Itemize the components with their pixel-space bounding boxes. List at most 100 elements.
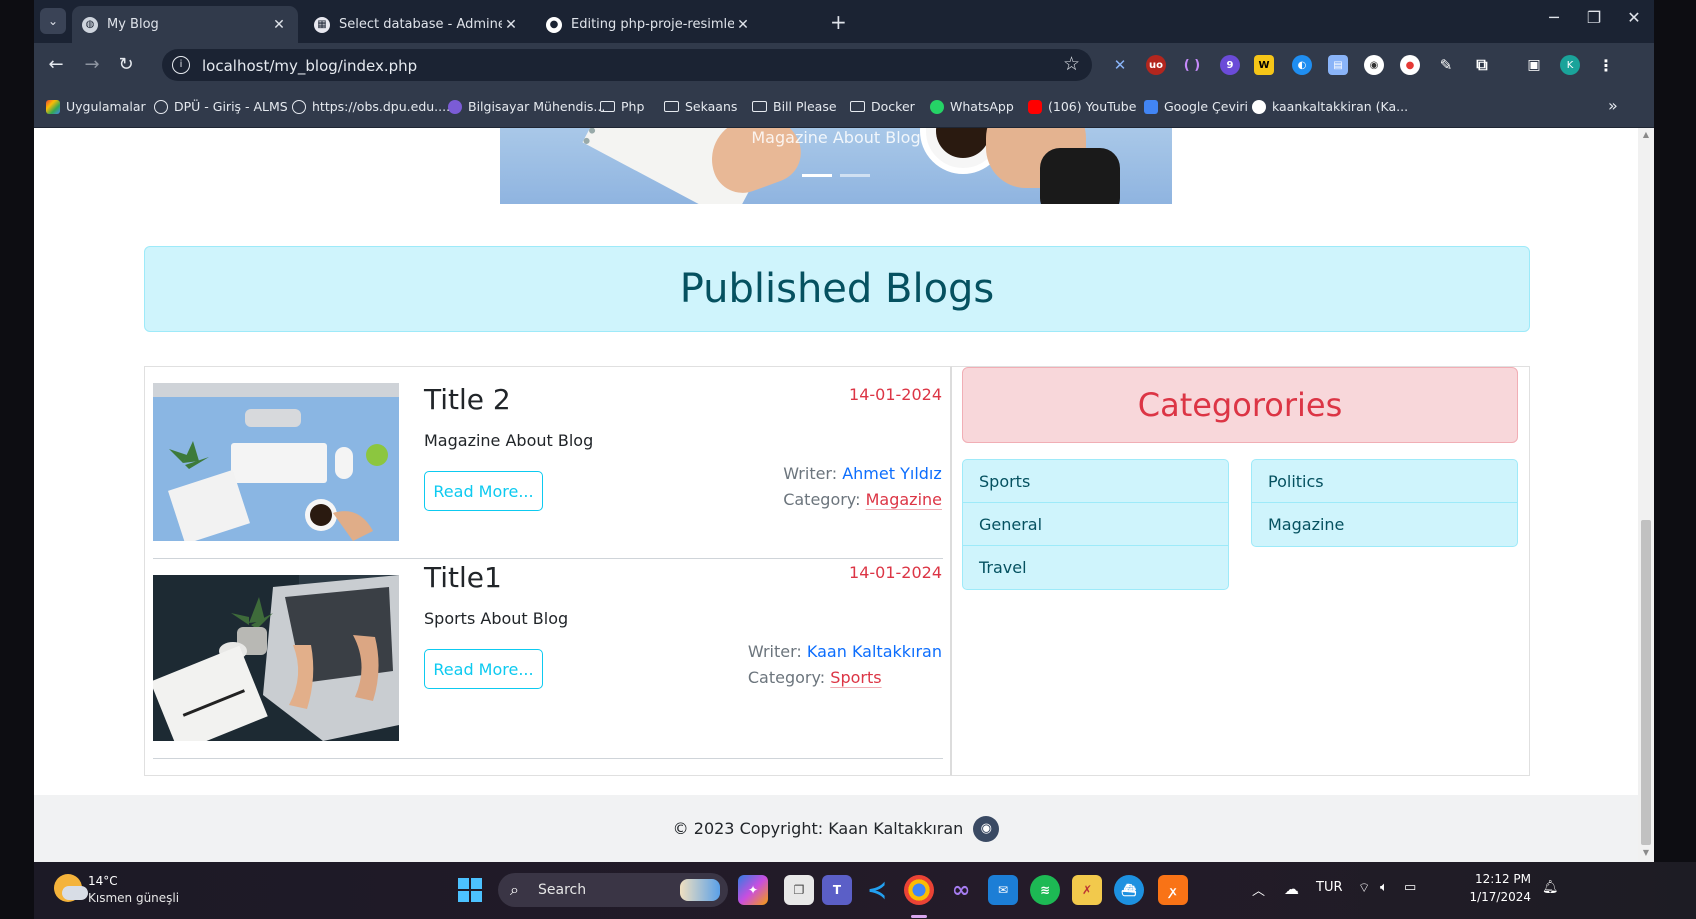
task-view-icon[interactable]: ❐ — [784, 875, 814, 905]
xampp-icon[interactable]: ꭗ — [1158, 875, 1188, 905]
scroll-up-arrow-icon[interactable]: ▲ — [1641, 130, 1651, 139]
bookmark-google-translate[interactable]: Google Çeviri — [1144, 99, 1248, 114]
edge-extension-icon[interactable]: ◐ — [1292, 55, 1312, 75]
bookmark-folder-bill-please[interactable]: Bill Please — [752, 99, 837, 114]
category-list-left: Sports General Travel — [962, 459, 1229, 590]
extension-badge-count: 9 — [1226, 59, 1234, 71]
bookmark-whatsapp[interactable]: WhatsApp — [930, 99, 1014, 114]
category-item-sports[interactable]: Sports — [963, 460, 1228, 503]
document-extension-icon[interactable]: ▤ — [1328, 55, 1348, 75]
onedrive-cloud-icon[interactable]: ☁ — [1284, 880, 1299, 898]
weather-description[interactable]: Kısmen güneşli — [88, 891, 179, 905]
w-extension-icon[interactable]: W — [1254, 55, 1274, 75]
volume-icon[interactable]: 🔈︎ — [1380, 880, 1388, 895]
address-bar[interactable]: i localhost/my_blog/index.php ☆ — [162, 49, 1092, 81]
bookmark-youtube[interactable]: (106) YouTube — [1028, 99, 1136, 114]
bookmark-apps[interactable]: Uygulamalar — [46, 99, 146, 114]
record-extension-icon[interactable]: ● — [1400, 55, 1420, 75]
pen-extension-icon[interactable]: ✕ — [1110, 55, 1130, 75]
tab-adminer[interactable]: ▦ Select database - Adminer ✕ — [304, 6, 530, 43]
input-language[interactable]: TUR — [1316, 880, 1343, 895]
code-extension-icon[interactable]: ( ) — [1182, 55, 1202, 75]
github-icon[interactable]: ◉ — [973, 815, 1000, 842]
bookmark-folder-php[interactable]: Php — [600, 99, 644, 114]
spotify-icon[interactable]: ≋ — [1030, 875, 1060, 905]
writer-link[interactable]: Ahmet Yıldız — [842, 464, 942, 483]
circle-extension-icon[interactable]: ◉ — [1364, 55, 1384, 75]
category-item-general[interactable]: General — [963, 503, 1228, 546]
url-text[interactable]: localhost/my_blog/index.php — [202, 57, 417, 75]
vertical-scrollbar[interactable]: ▲ ▼ — [1638, 128, 1654, 862]
tab-my-blog[interactable]: ◍ My Blog ✕ — [72, 6, 298, 43]
start-button[interactable] — [458, 878, 482, 902]
minimize-button[interactable]: ─ — [1534, 8, 1574, 27]
notification-bell-icon[interactable]: 🔔︎ — [1542, 880, 1559, 895]
writer-link[interactable]: Kaan Kaltakkıran — [807, 642, 942, 661]
globe-icon — [292, 99, 306, 114]
carousel-indicator[interactable] — [840, 174, 870, 177]
site-info-icon[interactable]: i — [172, 56, 190, 74]
extension-badge-icon[interactable]: 9 — [1220, 55, 1240, 75]
close-icon[interactable]: ✕ — [502, 17, 520, 33]
tab-github[interactable]: ● Editing php-proje-resimleri/blo ✕ — [536, 6, 762, 43]
read-more-button[interactable]: Read More... — [424, 471, 543, 511]
bookmarks-overflow-icon[interactable]: » — [1608, 96, 1618, 115]
category-list-right: Politics Magazine — [1251, 459, 1518, 547]
category-item-travel[interactable]: Travel — [963, 546, 1228, 589]
weather-temperature[interactable]: 14°C — [88, 874, 118, 888]
scroll-down-arrow-icon[interactable]: ▼ — [1641, 848, 1651, 857]
bookmark-github-profile[interactable]: kaankaltakkiran (Ka... — [1252, 99, 1408, 114]
new-tab-button[interactable]: + — [830, 10, 847, 34]
ublock-icon[interactable]: uo — [1146, 55, 1166, 75]
read-more-button[interactable]: Read More... — [424, 649, 543, 689]
category-item-magazine[interactable]: Magazine — [1252, 503, 1517, 546]
bookmark-star-icon[interactable]: ☆ — [1063, 53, 1080, 75]
category-link[interactable]: Magazine — [866, 490, 942, 509]
carousel-indicator-active[interactable] — [802, 174, 832, 177]
browser-toolbar: ← → ↻ i localhost/my_blog/index.php ☆ ✕ … — [34, 43, 1654, 86]
show-hidden-icons-chevron-icon[interactable]: ︿ — [1252, 880, 1265, 899]
bookmark-folder-sekaans[interactable]: Sekaans — [664, 99, 737, 114]
folder-icon — [850, 101, 865, 112]
vscode-icon[interactable]: ≺ — [862, 875, 892, 905]
scrollbar-thumb[interactable] — [1641, 520, 1651, 845]
menu-kebab-icon[interactable]: ⋮ — [1596, 55, 1616, 75]
close-window-button[interactable]: ✕ — [1614, 8, 1654, 27]
tab-search-button[interactable]: ⌄ — [40, 8, 66, 34]
clock-date[interactable]: 1/17/2024 — [1461, 890, 1531, 904]
bookmark-obs[interactable]: https://obs.dpu.edu.... — [292, 99, 450, 114]
battery-icon[interactable]: ▭ — [1404, 880, 1416, 895]
bookmark-bilgisayar[interactable]: Bilgisayar Mühendis... — [448, 99, 605, 114]
clock-time[interactable]: 12:12 PM — [1461, 872, 1531, 886]
back-button[interactable]: ← — [44, 53, 68, 77]
tab-label: Select database - Adminer — [339, 17, 502, 32]
apps-grid-icon — [46, 99, 60, 114]
wifi-icon[interactable]: ⌔ — [1358, 880, 1370, 896]
side-panel-icon[interactable]: ▣ — [1524, 55, 1544, 75]
chrome-icon[interactable] — [904, 875, 934, 905]
mail-icon[interactable]: ✉ — [988, 875, 1018, 905]
close-icon[interactable]: ✕ — [734, 17, 752, 33]
taskbar: 14°C Kısmen güneşli ⌕ Search ✦ ❐ T ≺ ∞ ✉… — [34, 862, 1696, 919]
profile-avatar[interactable]: K — [1560, 55, 1580, 75]
forward-button[interactable]: → — [80, 53, 104, 77]
post-description: Magazine About Blog — [424, 431, 594, 450]
category-item-politics[interactable]: Politics — [1252, 460, 1517, 503]
weather-partly-sunny-icon[interactable] — [54, 874, 88, 902]
reload-button[interactable]: ↻ — [114, 53, 138, 77]
taskbar-search[interactable]: ⌕ Search — [498, 873, 728, 907]
post-image — [153, 383, 399, 541]
teams-icon[interactable]: T — [822, 875, 852, 905]
laptop-photo — [153, 575, 399, 741]
sticky-notes-icon[interactable]: ✗ — [1072, 875, 1102, 905]
close-icon[interactable]: ✕ — [270, 17, 288, 33]
bookmark-dpu-alms[interactable]: DPÜ - Giriş - ALMS — [154, 99, 288, 114]
docker-icon[interactable]: ⛴ — [1114, 875, 1144, 905]
copilot-icon[interactable]: ✦ — [738, 875, 768, 905]
extensions-puzzle-icon[interactable]: ⧉ — [1472, 55, 1492, 75]
category-link[interactable]: Sports — [830, 668, 881, 687]
eyedropper-icon[interactable]: ✎ — [1436, 55, 1456, 75]
maximize-button[interactable]: ❐ — [1574, 8, 1614, 27]
visual-studio-icon[interactable]: ∞ — [946, 875, 976, 905]
bookmark-folder-docker[interactable]: Docker — [850, 99, 915, 114]
